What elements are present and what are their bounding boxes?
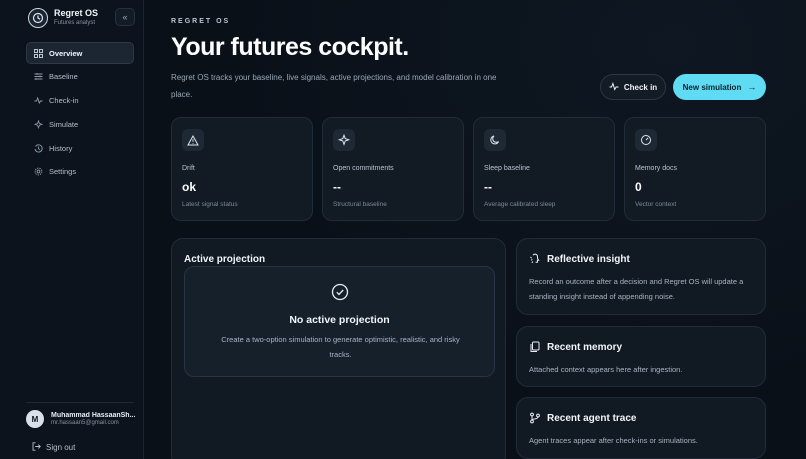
gear-icon	[33, 167, 43, 177]
stat-caption: Vector context	[635, 201, 677, 208]
chevrons-left-icon: «	[122, 12, 128, 22]
check-circle-icon	[331, 283, 349, 306]
sparkle-icon	[33, 119, 43, 129]
logout-icon	[32, 442, 41, 453]
stat-caption: Structural baseline	[333, 201, 387, 208]
check-in-label: Check in	[623, 82, 658, 92]
eyebrow: REGRET OS	[171, 18, 231, 25]
files-icon	[529, 341, 541, 353]
sidebar-item-label: History	[49, 143, 73, 153]
sliders-icon	[33, 72, 43, 82]
sidebar-divider	[26, 402, 134, 403]
new-simulation-button[interactable]: New simulation →	[673, 74, 766, 100]
stat-value: --	[484, 180, 492, 194]
sidebar-item-label: Settings	[49, 167, 77, 177]
pulse-icon	[33, 96, 43, 106]
sidebar-item-label: Check-in	[49, 96, 79, 106]
stat-value: ok	[182, 180, 197, 194]
brand-subtitle: Futures analyst	[54, 20, 96, 26]
collapse-sidebar-button[interactable]: «	[115, 8, 135, 26]
avatar: M	[26, 410, 44, 428]
stat-label: Drift	[182, 165, 195, 172]
brand: Regret OS Futures analyst	[28, 8, 98, 28]
brand-name: Regret OS	[54, 8, 99, 18]
stat-card-open-commitments: Open commitments -- Structural baseline	[322, 117, 464, 221]
card-title: Reflective insight	[547, 253, 630, 265]
user-email: mr.hassaan5@gmail.com	[51, 420, 119, 426]
stat-caption: Latest signal status	[182, 201, 238, 208]
sidebar-item-label: Overview	[49, 48, 83, 58]
sidebar-item-label: Simulate	[49, 119, 79, 129]
card-body: Agent traces appear after check-ins or s…	[529, 436, 698, 445]
empty-state-description: Create a two-option simulation to genera…	[221, 335, 460, 359]
sidebar-item-check-in[interactable]: Check-in	[26, 90, 134, 112]
card-title: Recent agent trace	[547, 412, 637, 424]
reflective-insight-card: Reflective insight Record an outcome aft…	[516, 238, 766, 315]
user-name: Muhammad HassaanSh...	[51, 412, 136, 419]
git-branch-icon	[529, 412, 541, 424]
recent-agent-trace-card: Recent agent trace Agent traces appear a…	[516, 397, 766, 459]
sidebar-item-simulate[interactable]: Simulate	[26, 113, 134, 135]
card-body: Record an outcome after a decision and R…	[529, 277, 744, 301]
new-simulation-label: New simulation	[682, 82, 742, 92]
empty-projection-state: No active projection Create a two-option…	[184, 266, 495, 377]
warning-icon	[182, 129, 204, 151]
stat-card-memory-docs: Memory docs 0 Vector context	[624, 117, 766, 221]
page-subtitle: Regret OS tracks your baseline, live sig…	[171, 73, 497, 99]
sign-out-label: Sign out	[46, 443, 76, 452]
card-title: Recent memory	[547, 341, 623, 353]
sidebar-item-settings[interactable]: Settings	[26, 161, 134, 183]
sidebar-item-history[interactable]: History	[26, 137, 134, 159]
app-root: Regret OS Futures analyst « Overview Bas…	[0, 0, 806, 459]
check-in-button[interactable]: Check in	[600, 74, 666, 100]
sidebar: Regret OS Futures analyst « Overview Bas…	[0, 0, 144, 459]
stat-card-drift: Drift ok Latest signal status	[171, 117, 313, 221]
moon-icon	[484, 129, 506, 151]
stat-label: Sleep baseline	[484, 165, 530, 172]
user-profile[interactable]: M Muhammad HassaanSh... mr.hassaan5@gmai…	[26, 410, 137, 428]
recent-memory-card: Recent memory Attached context appears h…	[516, 326, 766, 387]
stat-value: --	[333, 180, 341, 194]
page-title: Your futures cockpit.	[171, 33, 409, 61]
gauge-icon	[635, 129, 657, 151]
stat-label: Open commitments	[333, 165, 394, 172]
sign-out-button[interactable]: Sign out	[32, 442, 75, 453]
card-body: Attached context appears here after inge…	[529, 365, 683, 374]
sidebar-item-label: Baseline	[49, 72, 78, 82]
stat-value: 0	[635, 180, 642, 194]
brain-icon	[529, 253, 541, 265]
active-projection-panel: Active projection No active projection C…	[171, 238, 506, 459]
history-icon	[33, 143, 43, 153]
sidebar-item-overview[interactable]: Overview	[26, 42, 134, 64]
grid-icon	[33, 48, 43, 58]
main-content: REGRET OS Your futures cockpit. Regret O…	[144, 0, 806, 459]
clock-logo-icon	[28, 8, 48, 28]
sidebar-item-baseline[interactable]: Baseline	[26, 66, 134, 88]
stat-card-sleep-baseline: Sleep baseline -- Average calibrated sle…	[473, 117, 615, 221]
sidebar-nav: Overview Baseline Check-in Simulate Hist…	[26, 42, 134, 185]
arrow-right-icon: →	[747, 82, 757, 92]
stat-caption: Average calibrated sleep	[484, 201, 556, 208]
stat-label: Memory docs	[635, 165, 678, 172]
sparkle-icon	[333, 129, 355, 151]
empty-state-title: No active projection	[289, 314, 390, 326]
pulse-icon	[609, 81, 619, 93]
active-projection-title: Active projection	[184, 254, 266, 265]
